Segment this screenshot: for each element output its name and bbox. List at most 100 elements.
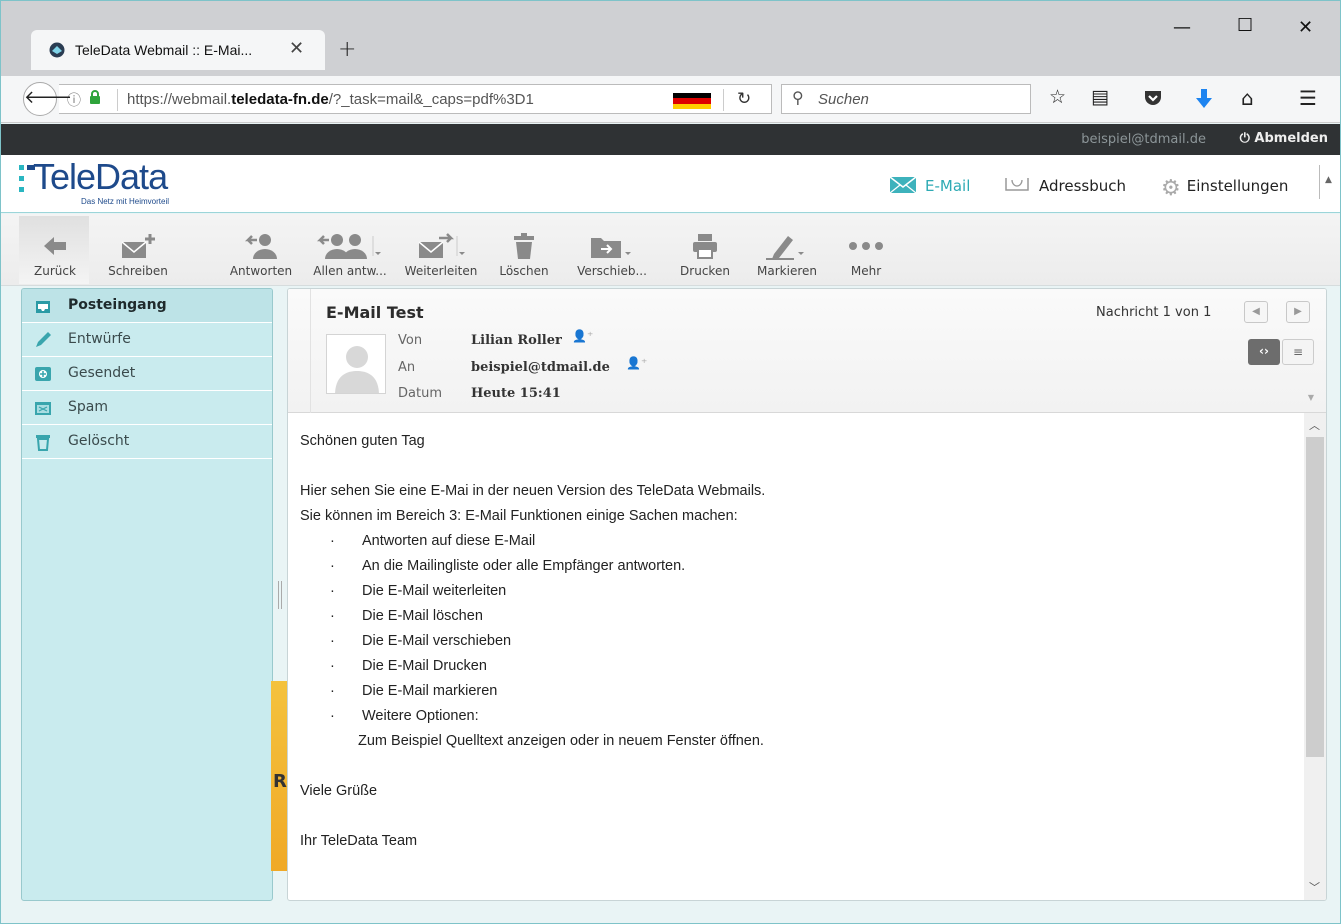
list-item: · Die E-Mail löschen [330,608,483,624]
header-divider [1319,165,1320,199]
back-arrow-icon [44,237,66,255]
from-value[interactable]: Lilian Roller [471,333,562,348]
scroll-down-icon[interactable]: ﹀ [1309,879,1320,895]
folder-spam[interactable]: Spam [22,391,272,425]
browser-tab[interactable]: TeleData Webmail :: E-Mai... ✕ [31,30,325,70]
print-button[interactable]: Drucken [671,228,739,278]
logo-tagline: Das Netz mit Heimvorteil [81,197,170,206]
compose-button[interactable]: Schreiben [99,228,177,278]
spam-icon [35,402,51,415]
body-signature: Ihr TeleData Team [300,833,418,849]
download-icon[interactable] [1195,88,1213,110]
list-item: · Die E-Mail Drucken [330,658,487,674]
minimize-icon[interactable]: — [1173,17,1191,38]
lock-icon [90,90,100,104]
next-message-button[interactable]: ▶ [1286,301,1310,323]
scroll-up-icon[interactable]: ︿ [1309,417,1320,433]
logout-button[interactable]: ⏻ Abmelden [1240,131,1328,146]
reply-button[interactable]: Antworten [223,228,299,278]
mark-pen-icon [766,236,804,260]
add-contact-icon[interactable]: 👤⁺ [572,329,593,343]
message-count: Nachricht 1 von 1 [1096,305,1212,320]
tab-close-icon[interactable]: ✕ [289,38,304,59]
maximize-icon[interactable]: ☐ [1237,15,1253,36]
folder-drafts[interactable]: Entwürfe [22,323,272,357]
app-header: TeleData Das Netz mit Heimvorteil E-Mail… [1,155,1340,213]
background-decoration-letter: R [273,771,287,792]
mark-button[interactable]: Markieren [749,228,825,278]
user-email: beispiel@tdmail.de [1081,132,1206,147]
gear-icon: ⚙ [1161,176,1181,201]
delete-button[interactable]: Löschen [491,228,557,278]
inbox-icon [36,301,50,313]
folder-list: Posteingang Entwürfe Gesendet Spam Gelös… [21,288,273,901]
move-button[interactable]: Verschieb... [567,228,657,278]
message-scrollbar[interactable]: ︿ ﹀ [1304,413,1326,900]
folder-trash[interactable]: Gelöscht [22,425,272,459]
reply-all-button[interactable]: Allen antw... [305,228,395,278]
message-header: E-Mail Test Nachricht 1 von 1 ◀ ▶ ‹› ≡ V… [288,289,1326,413]
nav-email[interactable]: E-Mail [889,176,970,195]
pocket-icon[interactable] [1143,88,1163,108]
folder-inbox[interactable]: Posteingang [22,289,272,323]
person-silhouette-icon [335,346,379,393]
list-item: · Antworten auf diese E-Mail [330,533,536,549]
tab-title: TeleData Webmail :: E-Mai... [75,42,253,58]
url-text[interactable]: https://webmail.teledata-fn.de/?_task=ma… [127,91,647,108]
date-value: Heute 15:41 [471,386,561,401]
teledata-favicon-icon [49,42,65,58]
browser-back-button[interactable]: 🡐 [23,82,72,116]
bookmark-star-icon[interactable]: ☆ [1049,86,1066,108]
expand-headers-icon[interactable]: ▼ [1308,393,1314,402]
body-greeting: Schönen guten Tag [300,433,425,449]
forward-icon [418,233,465,258]
url-bar[interactable]: ⓘ https://webmail.teledata-fn.de/?_task=… [59,84,772,114]
mail-toolbar: Zurück Schreiben Antworten Allen antw...… [1,214,1340,286]
folder-sent[interactable]: Gesendet [22,357,272,391]
url-separator [117,89,118,111]
more-dots-icon [849,242,883,250]
nav-addressbook[interactable]: Adressbuch [1003,176,1126,195]
browser-search-input[interactable]: ⚲ Suchen [781,84,1031,114]
german-flag-icon [673,93,711,109]
browser-navbar: ⓘ https://webmail.teledata-fn.de/?_task=… [1,76,1340,123]
body-closing: Viele Grüße [300,783,378,799]
menu-icon[interactable]: ☰ [1299,86,1317,110]
pane-splitter[interactable] [278,581,282,609]
new-tab-button[interactable]: + [338,37,356,62]
window-close-icon[interactable]: ✕ [1298,17,1313,38]
forward-button[interactable]: Weiterleiten [399,228,483,278]
compose-icon [121,234,155,258]
browser-window: TeleData Webmail :: E-Mai... ✕ + — ☐ ✕ ⓘ… [0,0,1341,924]
list-item: · Die E-Mail markieren [330,683,498,699]
pencil-icon [36,332,51,347]
sender-avatar [326,334,386,394]
collapse-header-icon[interactable]: ▲ [1325,175,1332,185]
back-button[interactable]: Zurück [25,228,85,278]
printer-icon [693,234,717,259]
more-button[interactable]: Mehr [839,228,893,278]
reading-list-icon[interactable]: ▤ [1091,86,1109,108]
reply-icon [244,234,277,259]
browser-titlebar: TeleData Webmail :: E-Mai... ✕ + — ☐ ✕ [1,1,1340,76]
message-body: Schönen guten Tag Hier sehen Sie eine E-… [300,429,1300,854]
header-left-rule [310,289,311,413]
logo-text: TeleData [33,156,168,197]
list-item: · Die E-Mail verschieben [330,633,512,649]
body-line: Zum Beispiel Quelltext anzeigen oder in … [358,733,764,749]
plain-view-button[interactable]: ≡ [1282,339,1314,365]
to-label: An [398,360,416,375]
from-label: Von [398,333,423,348]
reply-all-icon [317,234,381,259]
previous-message-button[interactable]: ◀ [1244,301,1268,323]
to-value[interactable]: beispiel@tdmail.de [471,360,610,375]
nav-settings[interactable]: ⚙ Einstellungen [1161,176,1288,201]
scrollbar-thumb[interactable] [1306,437,1324,757]
home-icon[interactable]: ⌂ [1241,86,1254,110]
list-item: · An die Mailingliste oder alle Empfänger… [330,558,686,574]
html-view-button[interactable]: ‹› [1248,339,1280,365]
body-line: Sie können im Bereich 3: E-Mail Funktion… [300,508,738,524]
reload-icon[interactable]: ↻ [737,89,751,109]
add-contact-icon[interactable]: 👤⁺ [626,356,647,370]
addressbook-icon [1005,178,1029,191]
